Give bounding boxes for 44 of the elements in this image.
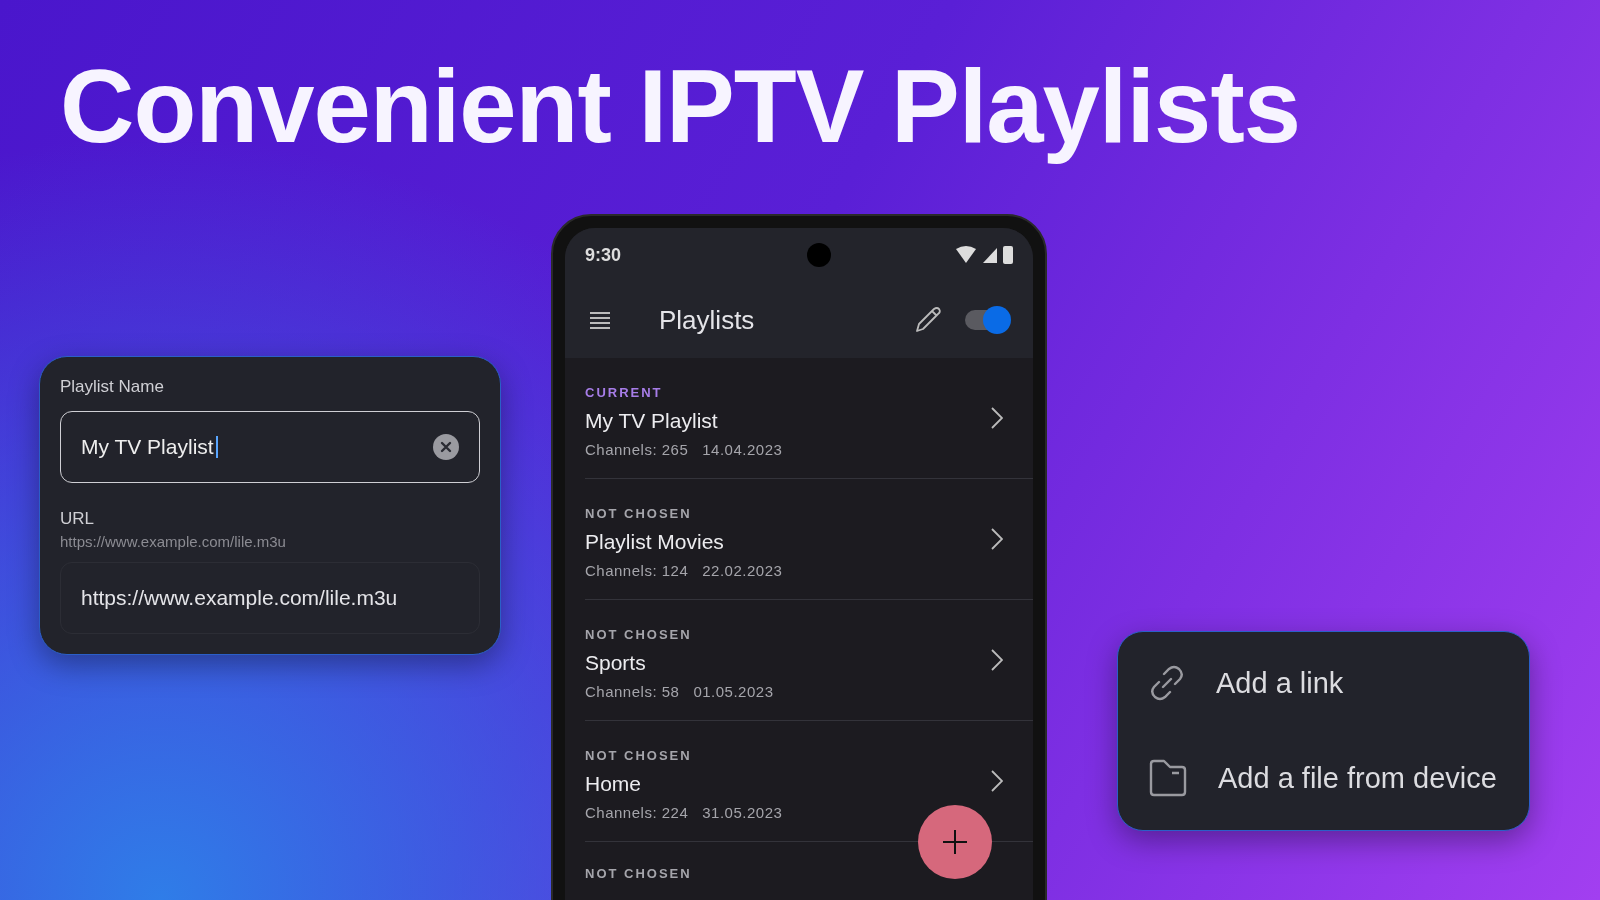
folder-icon [1148, 758, 1188, 798]
playlist-date: 01.05.2023 [693, 682, 774, 700]
playlist-date: 22.02.2023 [702, 561, 783, 579]
channel-count: Channels: 265 [585, 440, 689, 458]
link-icon [1148, 664, 1186, 702]
status-time: 9:30 [585, 244, 622, 266]
playlist-date: 14.04.2023 [702, 440, 783, 458]
camera-icon [807, 243, 832, 267]
menu-icon[interactable] [589, 311, 611, 329]
plus-icon [942, 829, 968, 855]
playlist-name: Sports [585, 650, 647, 675]
playlist-status: NOT CHOSEN [585, 747, 693, 763]
playlist-row[interactable]: NOT CHOSEN Playlist Movies Channels: 124 22.02.2023 [585, 479, 1033, 600]
chevron-right-icon [991, 528, 1003, 550]
chevron-right-icon [991, 649, 1003, 671]
playlist-status: NOT CHOSEN [585, 626, 693, 642]
playlist-date: 31.05.2023 [702, 803, 783, 821]
playlist-status: NOT CHOSEN [585, 866, 693, 881]
playlist-row[interactable]: NOT CHOSEN Sports Channels: 58 01.05.2023 [585, 600, 1033, 721]
url-field[interactable]: https://www.example.com/lile.m3u [60, 562, 480, 634]
wifi-icon [955, 246, 977, 264]
playlist-status: NOT CHOSEN [585, 505, 693, 521]
app-title: Playlists [659, 304, 755, 336]
playlist-name: Playlist Movies [585, 529, 725, 554]
pencil-icon[interactable] [913, 305, 943, 335]
channel-count: Channels: 224 [585, 803, 689, 821]
playlist-name-field[interactable]: My TV Playlist [60, 411, 480, 483]
url-hint: https://www.example.com/lile.m3u [60, 533, 287, 550]
playlist-row[interactable]: CURRENT My TV Playlist Channels: 265 14.04.2023 [585, 358, 1033, 479]
field-label: URL [60, 509, 95, 529]
channel-count: Channels: 124 [585, 561, 689, 579]
menu-item[interactable]: Add a link [1118, 664, 1529, 702]
menu-item[interactable]: Add a file from device [1118, 758, 1529, 798]
battery-icon [1003, 246, 1013, 264]
clear-icon[interactable] [433, 434, 459, 460]
chevron-right-icon [991, 407, 1003, 429]
chevron-right-icon [991, 770, 1003, 792]
field-label: Playlist Name [60, 377, 165, 397]
channel-count: Channels: 58 [585, 682, 680, 700]
playlist-name: Home [585, 771, 643, 796]
playlist-name: My TV Playlist [585, 408, 719, 433]
headline: Convenient IPTV Playlists [60, 48, 1300, 166]
signal-icon [982, 247, 998, 263]
playlist-status: CURRENT [585, 384, 664, 400]
